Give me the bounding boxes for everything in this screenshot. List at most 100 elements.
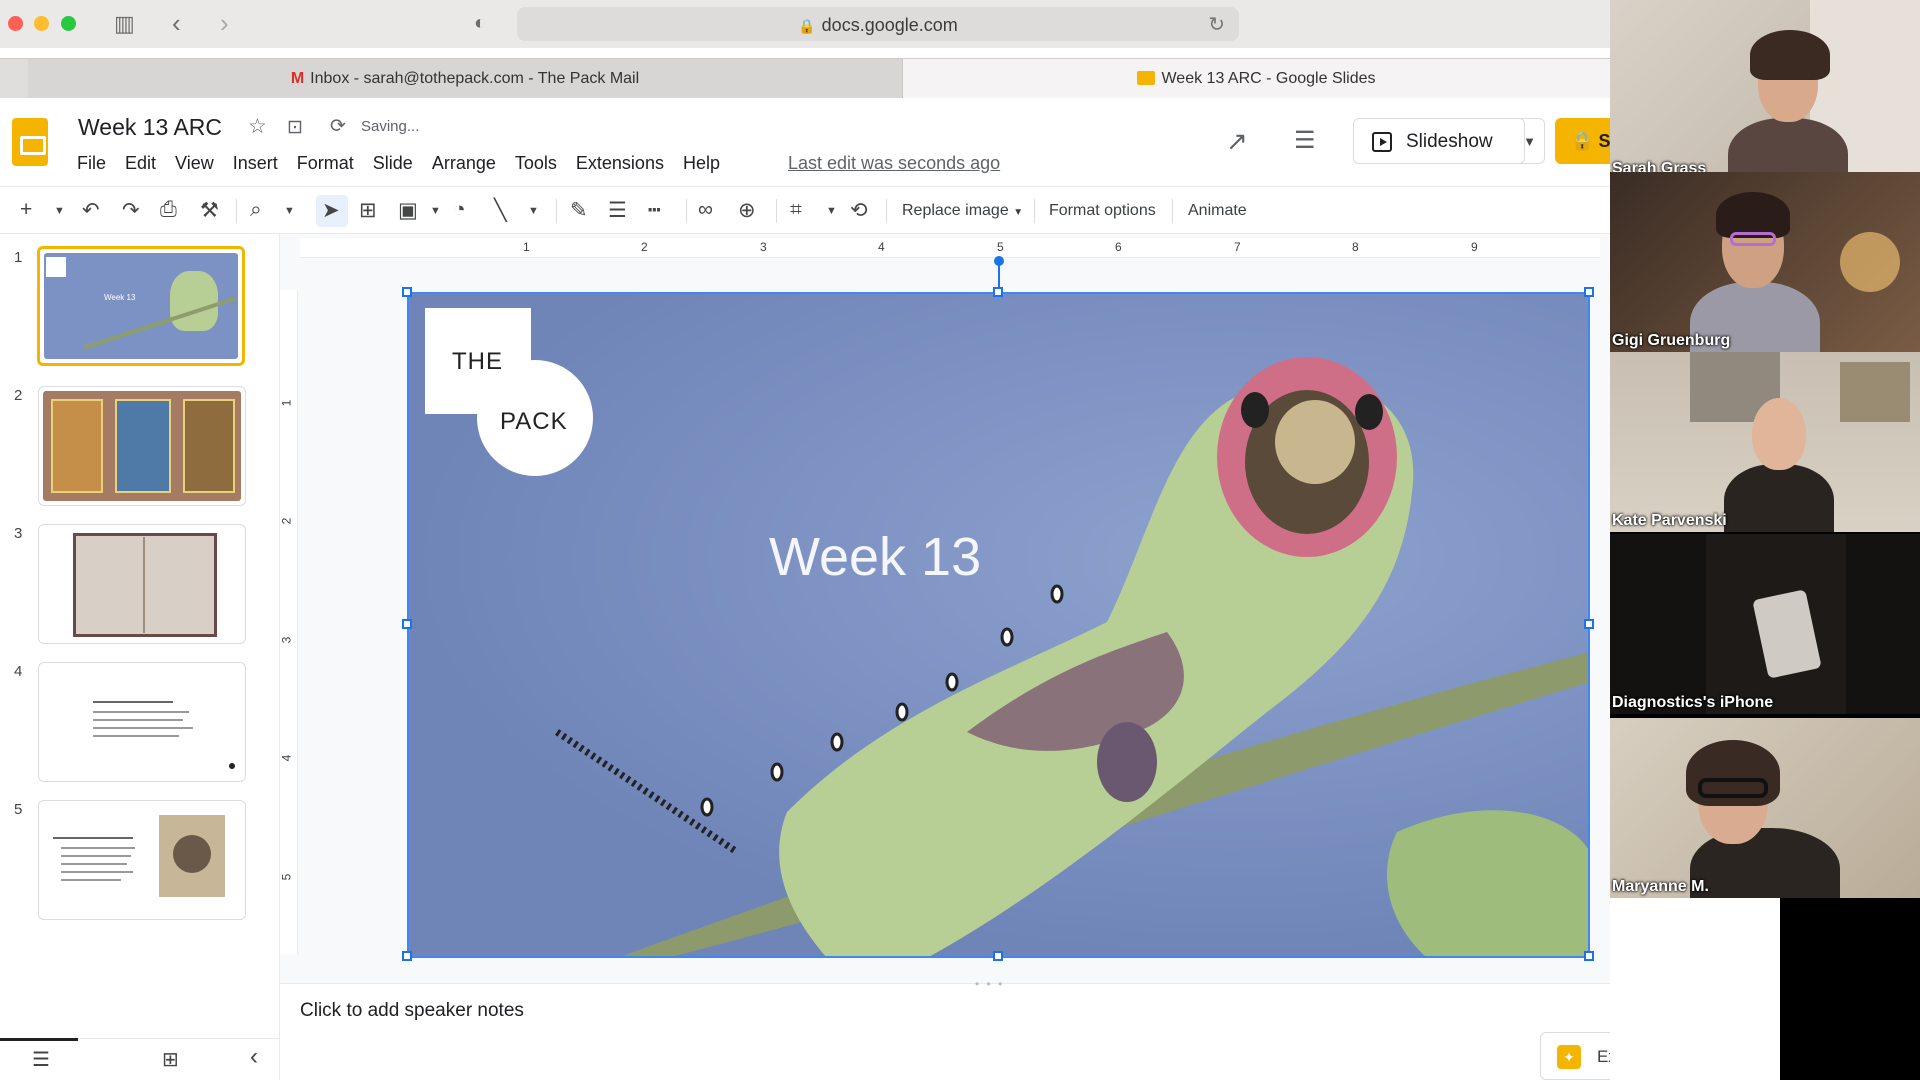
slide-thumbnail-3[interactable] xyxy=(38,524,246,644)
slide-thumbnail-5[interactable] xyxy=(38,800,246,920)
slideshow-options-dropdown[interactable]: ▼ xyxy=(1515,118,1545,164)
pen-icon[interactable]: ✎ xyxy=(570,198,588,223)
participant-body xyxy=(1724,464,1834,532)
menu-view[interactable]: View xyxy=(175,153,224,174)
add-comment-icon[interactable]: ⊕ xyxy=(738,198,756,223)
select-arrow-icon[interactable]: ➤ xyxy=(322,198,340,223)
new-slide-dropdown-icon[interactable]: ▼ xyxy=(54,205,65,217)
collapse-filmstrip-icon[interactable]: ‹ xyxy=(250,1043,258,1071)
menu-help[interactable]: Help xyxy=(683,153,730,174)
thumbnail-book-image xyxy=(73,533,217,637)
maximize-window-button[interactable] xyxy=(61,16,76,31)
tab-google-slides[interactable]: Week 13 ARC - Google Slides xyxy=(903,59,1610,99)
menu-bar: File Edit View Insert Format Slide Arran… xyxy=(77,153,739,174)
share-lock-icon: 🔒 xyxy=(1571,131,1594,151)
participant-tile[interactable]: Maryanne M. xyxy=(1610,718,1920,898)
line-dropdown-icon[interactable]: ▼ xyxy=(528,205,539,217)
shield-icon[interactable]: ◐ xyxy=(474,12,486,35)
format-options-button[interactable]: Format options xyxy=(1049,202,1156,220)
line-icon[interactable]: ╲ xyxy=(494,198,507,223)
reset-image-icon[interactable]: ⟲ xyxy=(850,198,868,223)
menu-insert[interactable]: Insert xyxy=(233,153,288,174)
slide-thumbnail-2[interactable] xyxy=(38,386,246,506)
crop-icon[interactable]: ⌗ xyxy=(790,198,802,222)
image-dropdown-icon[interactable]: ▼ xyxy=(430,205,441,217)
notes-resize-grip[interactable]: • • • xyxy=(975,977,1004,991)
back-arrow-icon[interactable]: ‹ xyxy=(172,8,181,39)
participant-tile[interactable]: Sarah Grass xyxy=(1610,0,1920,180)
slideshow-button[interactable]: Slideshow xyxy=(1353,118,1525,164)
slides-logo-icon[interactable] xyxy=(12,118,48,166)
toolbar-divider xyxy=(1172,199,1173,223)
animate-button[interactable]: Animate xyxy=(1188,202,1247,220)
resize-handle-bottom-right[interactable] xyxy=(1584,951,1594,961)
speaker-notes-placeholder[interactable]: Click to add speaker notes xyxy=(300,1000,524,1022)
speaker-notes-panel[interactable]: • • • Click to add speaker notes xyxy=(280,977,1706,1080)
resize-handle-bottom-left[interactable] xyxy=(402,951,412,961)
activity-trend-icon[interactable]: ↗ xyxy=(1226,126,1248,157)
rotate-handle[interactable] xyxy=(994,256,1004,266)
slideshow-label: Slideshow xyxy=(1406,131,1493,152)
last-edit-link[interactable]: Last edit was seconds ago xyxy=(788,153,1000,174)
participant-tile[interactable]: Diagnostics's iPhone xyxy=(1610,534,1920,714)
text-box-icon[interactable]: ⊞ xyxy=(359,198,377,223)
resize-handle-top-right[interactable] xyxy=(1584,287,1594,297)
resize-handle-bottom[interactable] xyxy=(993,951,1003,961)
caterpillar-eye-spot xyxy=(1355,394,1383,430)
toolbar-divider xyxy=(236,199,237,223)
menu-edit[interactable]: Edit xyxy=(125,153,166,174)
insert-image-icon[interactable]: ▣ xyxy=(398,198,418,223)
logo-pack-text: PACK xyxy=(500,408,568,435)
menu-format[interactable]: Format xyxy=(297,153,364,174)
menu-slide[interactable]: Slide xyxy=(373,153,423,174)
menu-file[interactable]: File xyxy=(77,153,116,174)
current-slide[interactable]: THE PACK Week 13 xyxy=(407,292,1590,958)
link-icon[interactable]: ∞ xyxy=(698,198,713,222)
doc-title[interactable]: Week 13 ARC xyxy=(78,114,222,141)
minimize-window-button[interactable] xyxy=(34,16,49,31)
undo-icon[interactable]: ↶ xyxy=(82,198,100,223)
grid-view-icon[interactable]: ⊞ xyxy=(162,1047,179,1072)
menu-extensions[interactable]: Extensions xyxy=(576,153,674,174)
zoom-dropdown-icon[interactable]: ▼ xyxy=(284,205,295,217)
border-weight-icon[interactable]: ☰ xyxy=(608,198,627,223)
menu-tools[interactable]: Tools xyxy=(515,153,567,174)
resize-handle-top-left[interactable] xyxy=(402,287,412,297)
slide-title[interactable]: Week 13 xyxy=(769,526,981,588)
star-icon[interactable]: ☆ xyxy=(248,114,267,139)
shape-icon[interactable]: ◔ xyxy=(453,198,466,222)
filmstrip-footer: ☰ ⊞ ‹ xyxy=(0,1038,280,1080)
paint-format-icon[interactable]: ⚒ xyxy=(200,198,219,223)
crop-dropdown-icon[interactable]: ▼ xyxy=(826,205,837,217)
address-bar[interactable]: 🔒 docs.google.com ↻ xyxy=(517,7,1239,41)
filmstrip-view-icon[interactable]: ☰ xyxy=(32,1047,50,1072)
zoom-icon[interactable]: ⌕ xyxy=(250,198,262,222)
resize-handle-top[interactable] xyxy=(993,287,1003,297)
print-icon[interactable]: ⎙ xyxy=(160,198,177,222)
border-dash-icon[interactable]: ┅ xyxy=(648,198,661,223)
sidebar-toggle-icon[interactable]: ▥ xyxy=(114,11,135,37)
wall-art xyxy=(1840,362,1910,422)
ruler-label: 4 xyxy=(878,240,885,254)
tab-inbox[interactable]: M Inbox - sarah@tothepack.com - The Pack … xyxy=(28,59,903,99)
replace-image-button[interactable]: Replace image ▼ xyxy=(902,202,1023,220)
reload-icon[interactable]: ↻ xyxy=(1208,12,1225,37)
participant-tile[interactable]: Kate Parvenski xyxy=(1610,352,1920,532)
slide-thumbnail-4[interactable] xyxy=(38,662,246,782)
redo-icon[interactable]: ↷ xyxy=(122,198,140,223)
close-window-button[interactable] xyxy=(8,16,23,31)
glasses-icon xyxy=(1698,778,1768,798)
forward-arrow-icon[interactable]: › xyxy=(220,8,229,39)
resize-handle-left[interactable] xyxy=(402,619,412,629)
participant-tile[interactable]: Gigi Gruenburg xyxy=(1610,172,1920,352)
menu-arrange[interactable]: Arrange xyxy=(432,153,506,174)
move-folder-icon[interactable]: ⊡ xyxy=(287,116,303,139)
editing-toolbar: + ▼ ↶ ↷ ⎙ ⚒ ⌕ ▼ ➤ ⊞ ▣ ▼ ◔ ╲ ▼ ✎ ☰ ┅ ∞ ⊕ … xyxy=(0,186,1610,234)
resize-handle-right[interactable] xyxy=(1584,619,1594,629)
comments-icon[interactable]: ☰ xyxy=(1294,126,1316,155)
slide-thumbnail-1[interactable]: Week 13 xyxy=(37,246,245,366)
new-slide-plus-icon[interactable]: + xyxy=(20,198,32,222)
video-call-panel: Sarah Grass Gigi Gruenburg Kate Parvensk… xyxy=(1610,0,1920,1080)
share-button[interactable]: 🔒 S xyxy=(1555,118,1615,164)
lamp-glow xyxy=(1840,232,1900,292)
